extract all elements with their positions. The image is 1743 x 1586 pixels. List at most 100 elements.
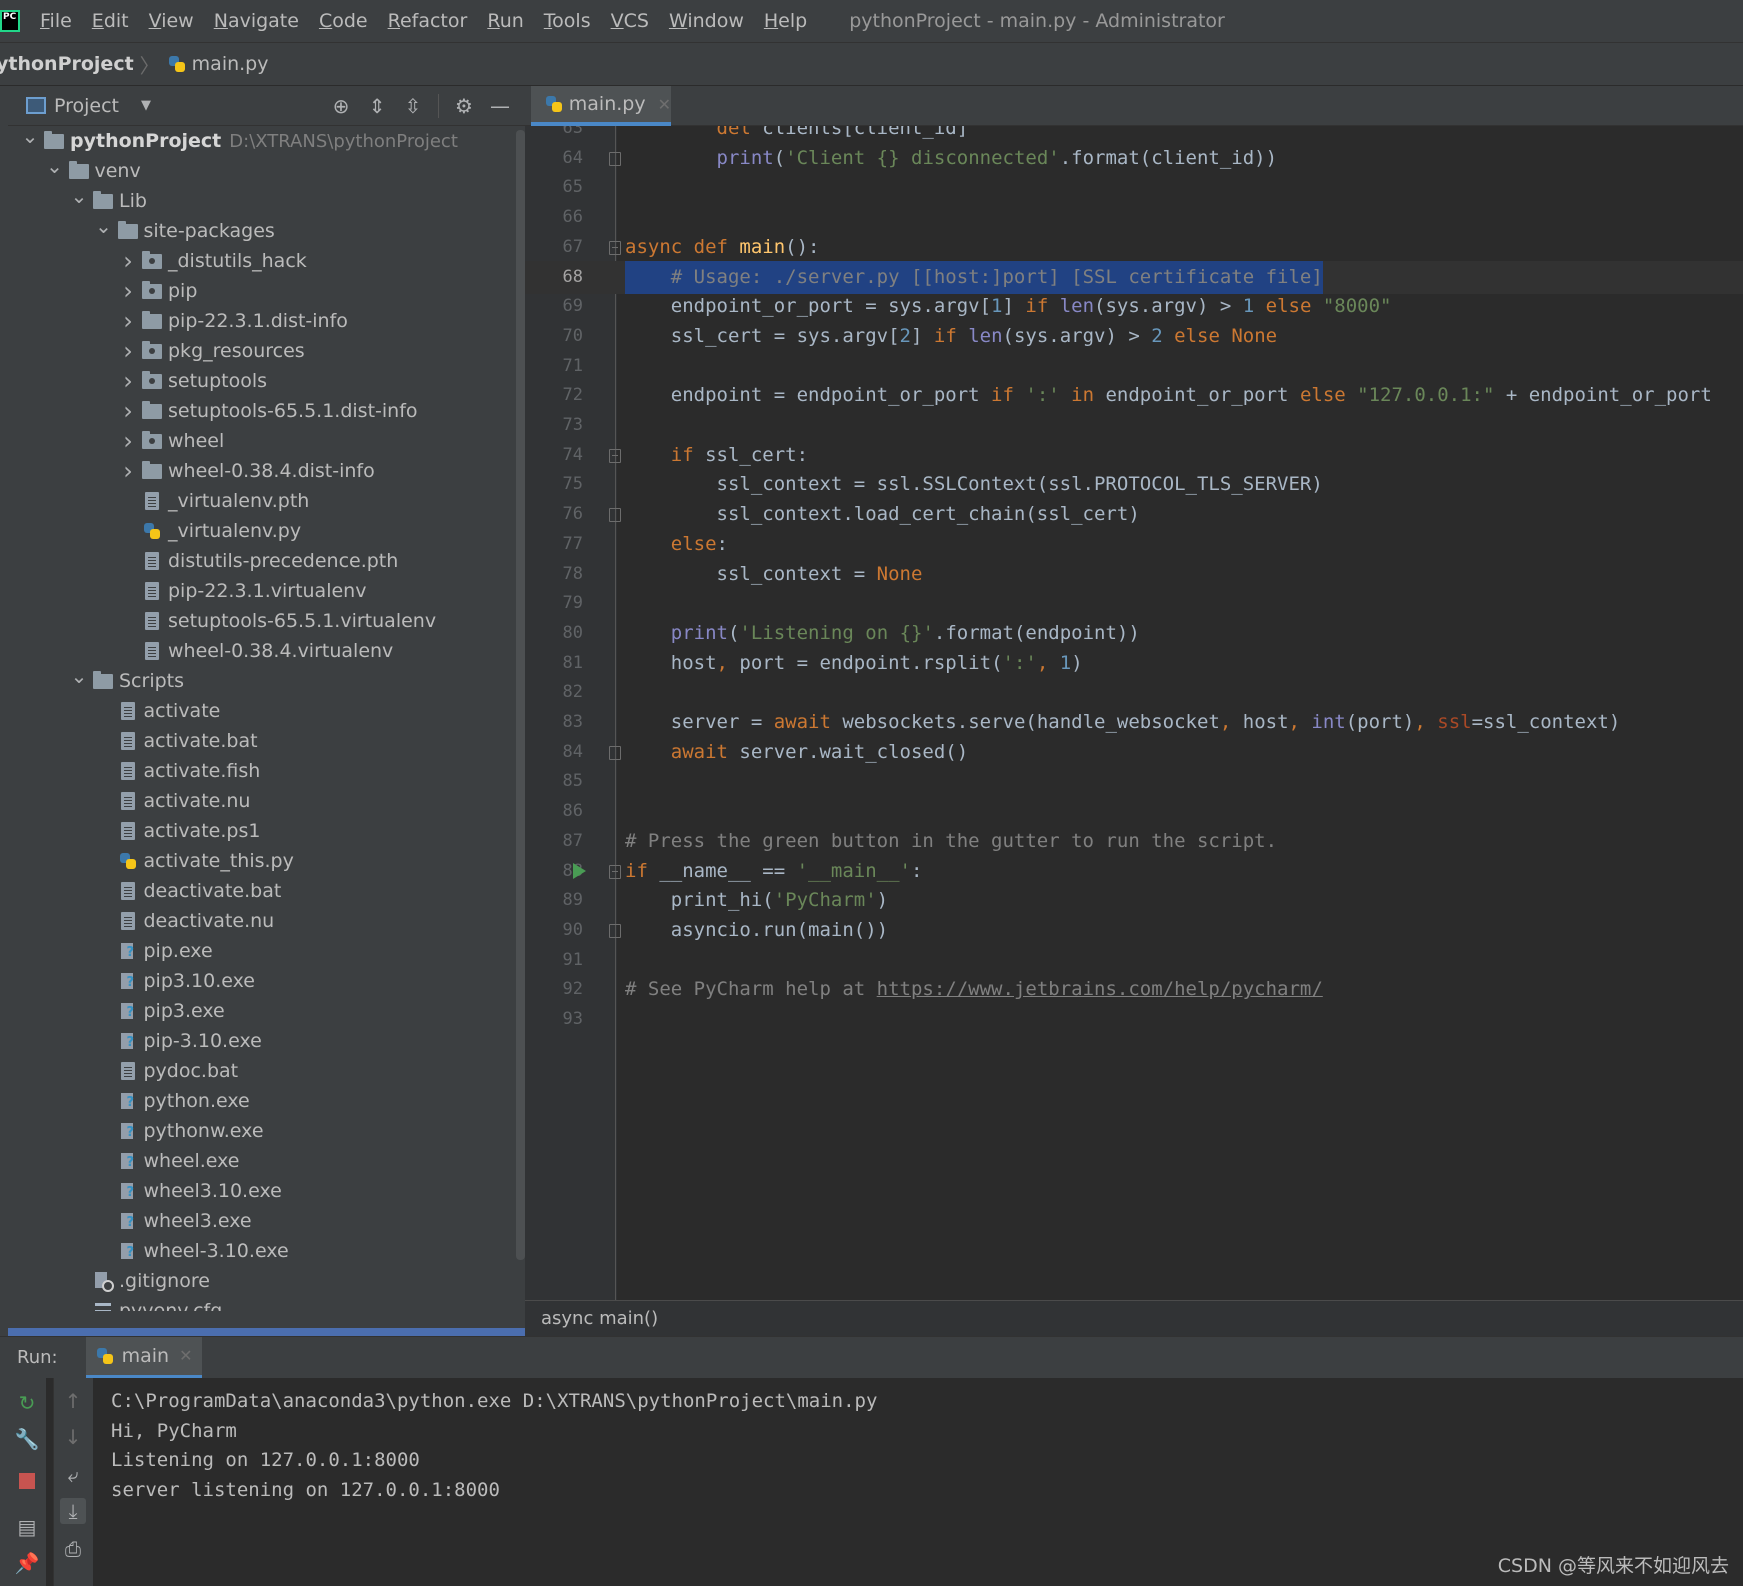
menu-refactor[interactable]: Refactor (388, 10, 468, 32)
fold-close-icon[interactable] (609, 745, 621, 760)
code-line[interactable]: 82 (525, 676, 1743, 709)
code-line[interactable]: 83 server = await websockets.serve(handl… (525, 706, 1743, 739)
menu-edit[interactable]: Edit (92, 10, 129, 32)
tree-item[interactable]: activate.fish (8, 756, 516, 786)
chevron-right-icon[interactable]: › (116, 277, 140, 305)
layout-icon[interactable]: ▤ (14, 1514, 40, 1540)
code-line[interactable]: 79 (525, 587, 1743, 620)
tree-item[interactable]: deactivate.nu (8, 906, 516, 936)
minimize-icon[interactable]: — (489, 94, 511, 118)
wrench-icon[interactable]: 🔧 (14, 1426, 40, 1452)
chevron-right-icon[interactable]: › (116, 397, 140, 425)
chevron-down-icon[interactable]: ⌄ (92, 214, 116, 238)
tree-item[interactable]: activate.ps1 (8, 816, 516, 846)
code-line[interactable]: 69 endpoint_or_port = sys.argv[1] if len… (525, 290, 1743, 323)
code-line[interactable]: 87 # Press the green button in the gutter… (525, 825, 1743, 858)
chevron-right-icon[interactable]: › (116, 427, 140, 455)
tree-item[interactable]: › pkg_resources (8, 336, 516, 366)
code-line[interactable]: 81 host, port = endpoint.rsplit(':', 1) (525, 647, 1743, 680)
tree-item[interactable]: activate (8, 696, 516, 726)
menu-view[interactable]: View (149, 10, 194, 32)
menu-file[interactable]: File (40, 10, 72, 32)
close-icon[interactable]: ✕ (658, 95, 671, 114)
tree-item[interactable]: pydoc.bat (8, 1056, 516, 1086)
tree-item[interactable]: › wheel-0.38.4.dist-info (8, 456, 516, 486)
tree-item[interactable]: ⌄ site-packages (8, 214, 516, 246)
code-line[interactable]: 85 (525, 765, 1743, 798)
project-view-selector[interactable]: Project ▼ (26, 95, 151, 117)
tree-item[interactable]: pip3.exe (8, 996, 516, 1026)
code-line[interactable]: 88 if __name__ == '__main__': (525, 855, 1743, 888)
tree-item[interactable]: › pip (8, 276, 516, 306)
code-line[interactable]: 72 endpoint = endpoint_or_port if ':' in… (525, 379, 1743, 412)
tree-item[interactable]: python.exe (8, 1086, 516, 1116)
code-line[interactable]: 76 ssl_context.load_cert_chain(ssl_cert) (525, 498, 1743, 531)
gear-icon[interactable]: ⚙ (453, 94, 475, 118)
arrow-up-icon[interactable]: ↑ (60, 1388, 86, 1414)
code-line[interactable]: 68 # Usage: ./server.py [[host:]port] [S… (525, 260, 1743, 294)
tree-item[interactable]: activate.bat (8, 726, 516, 756)
fold-close-icon[interactable] (609, 508, 621, 523)
fold-close-icon[interactable] (609, 923, 621, 938)
code-line[interactable]: 89 print_hi('PyCharm') (525, 884, 1743, 917)
tree-item[interactable]: _virtualenv.pth (8, 486, 516, 516)
code-line[interactable]: 91 (525, 944, 1743, 977)
tree-item[interactable]: wheel3.exe (8, 1206, 516, 1236)
tree-item[interactable]: pip3.10.exe (8, 966, 516, 996)
tree-item[interactable]: › pip-22.3.1.dist-info (8, 306, 516, 336)
run-gutter-icon[interactable] (573, 862, 586, 879)
tab-main-py[interactable]: main.py ✕ (531, 86, 671, 126)
tree-item[interactable]: › setuptools-65.5.1.dist-info (8, 396, 516, 426)
tree-item[interactable]: activate.nu (8, 786, 516, 816)
code-line[interactable]: 90 asyncio.run(main()) (525, 914, 1743, 947)
code-line[interactable]: 67 async def main(): (525, 231, 1743, 264)
code-line[interactable]: 66 (525, 201, 1743, 234)
chevron-right-icon[interactable]: › (116, 337, 140, 365)
locate-icon[interactable]: ⊕ (330, 94, 352, 118)
run-tab-main[interactable]: main ✕ (85, 1336, 203, 1379)
tree-item[interactable]: wheel-3.10.exe (8, 1236, 516, 1266)
tree-item[interactable]: ⌄ Lib (8, 184, 516, 216)
rerun-icon[interactable]: ↻ (14, 1390, 40, 1416)
breadcrumb-project[interactable]: ythonProject (0, 53, 134, 75)
code-line[interactable]: 77 else: (525, 528, 1743, 561)
tree-item[interactable]: setuptools-65.5.1.virtualenv (8, 606, 516, 636)
run-console[interactable]: C:\ProgramData\anaconda3\python.exe D:\X… (93, 1378, 1743, 1586)
menu-tools[interactable]: Tools (544, 10, 591, 32)
chevron-right-icon[interactable]: › (116, 247, 140, 275)
tree-item[interactable]: wheel.exe (8, 1146, 516, 1176)
tree-item[interactable]: wheel3.10.exe (8, 1176, 516, 1206)
code-line[interactable]: 92 # See PyCharm help at https://www.jetb… (525, 973, 1743, 1006)
chevron-down-icon[interactable]: ⌄ (43, 154, 67, 178)
tree-item[interactable]: pip-22.3.1.virtualenv (8, 576, 516, 606)
stop-icon[interactable] (14, 1468, 40, 1494)
code-line[interactable]: 64 print('Client {} disconnected'.format… (525, 142, 1743, 175)
tree-item[interactable]: ⌄ pythonProject D:\XTRANS\pythonProject (8, 126, 516, 156)
editor-breadcrumb[interactable]: async main() (525, 1300, 1743, 1336)
fold-close-icon[interactable] (609, 151, 621, 166)
project-horizontal-scrollbar[interactable] (8, 1328, 525, 1336)
soft-wrap-icon[interactable]: ⤶ (60, 1462, 86, 1488)
code-line[interactable]: 93 (525, 1003, 1743, 1036)
code-line[interactable]: 73 (525, 409, 1743, 442)
tree-item[interactable]: › wheel (8, 426, 516, 456)
breadcrumb-file[interactable]: main.py (168, 53, 269, 75)
menu-navigate[interactable]: Navigate (214, 10, 299, 32)
tree-item[interactable]: pyvenv.cfg (8, 1296, 516, 1311)
scroll-to-end-icon[interactable]: ⤓ (60, 1498, 86, 1524)
chevron-down-icon[interactable]: ⌄ (18, 126, 42, 148)
code-line[interactable]: 78 ssl_context = None (525, 558, 1743, 591)
tree-item[interactable]: _virtualenv.py (8, 516, 516, 546)
tree-item[interactable]: ⌄ venv (8, 154, 516, 186)
pin-icon[interactable]: 📌 (14, 1550, 40, 1576)
code-token[interactable]: https://www.jetbrains.com/help/pycharm/ (877, 978, 1323, 1000)
close-icon[interactable]: ✕ (179, 1346, 192, 1365)
print-icon[interactable]: ⎙ (60, 1536, 86, 1562)
tree-item[interactable]: activate_this.py (8, 846, 516, 876)
code-line[interactable]: 84 await server.wait_closed() (525, 736, 1743, 769)
chevron-right-icon[interactable]: › (116, 367, 140, 395)
fold-open-icon[interactable] (609, 864, 621, 879)
tree-item[interactable]: distutils-precedence.pth (8, 546, 516, 576)
code-line[interactable]: 74 if ssl_cert: (525, 439, 1743, 472)
tree-item[interactable]: ⌄ Scripts (8, 664, 516, 696)
